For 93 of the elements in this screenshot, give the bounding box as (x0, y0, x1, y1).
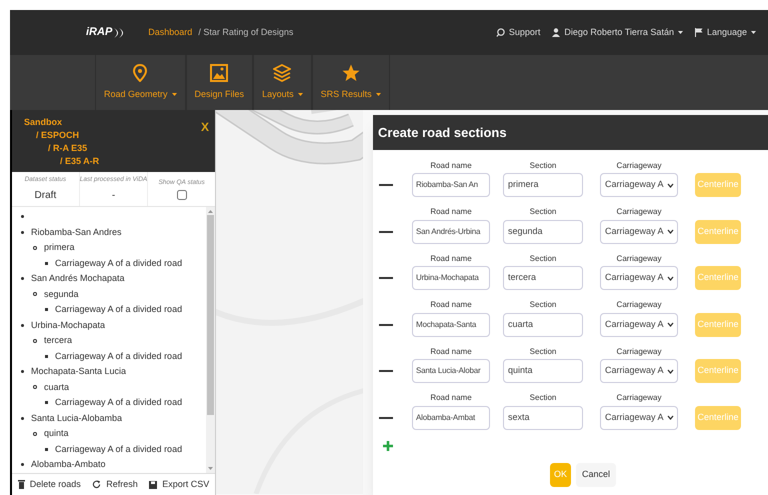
toolbar-button[interactable]: Layouts (253, 55, 312, 110)
tree-item[interactable]: Alobamba-Ambato (31, 457, 106, 472)
flag-icon (694, 28, 703, 37)
path-segment[interactable]: / E35 A-R (24, 155, 100, 168)
tree-leaf[interactable]: Carriageway A of a divided road (55, 302, 182, 318)
bullet-icon (21, 215, 24, 218)
tree-leaf[interactable]: Carriageway A of a divided road (55, 395, 182, 410)
chevron-icon (667, 368, 674, 374)
star-icon (342, 64, 360, 82)
path-segment[interactable]: / R-A E35 (24, 142, 88, 155)
bullet-icon (33, 385, 37, 390)
chevron-icon (667, 322, 674, 327)
scroll-up-icon[interactable] (208, 210, 213, 213)
bullet-icon (21, 277, 24, 280)
column-label: Road name (429, 252, 473, 264)
qa-checkbox[interactable] (176, 190, 187, 200)
scrollbar[interactable] (206, 207, 215, 473)
language-menu[interactable]: Language (694, 26, 756, 40)
bullet-icon (33, 246, 37, 250)
tree-item[interactable]: tercera (44, 333, 72, 348)
column-label: Road name (429, 346, 473, 358)
status-value: - (112, 188, 116, 203)
scroll-down-icon[interactable] (208, 467, 213, 470)
add-icon[interactable] (383, 441, 393, 451)
column-label: Carriageway (616, 346, 662, 358)
tree-leaf[interactable]: Carriageway A of a divided road (55, 256, 182, 271)
chevron-icon (667, 182, 674, 188)
user-menu[interactable]: Diego Roberto Tierra Satán (552, 26, 683, 40)
tree-item[interactable]: Urbina-Mochapata (31, 318, 106, 333)
bullet-icon (21, 324, 24, 327)
caret-icon (678, 31, 683, 34)
column-label: Carriageway (616, 252, 662, 264)
pin-icon (133, 64, 148, 82)
column-label: Road name (429, 392, 473, 404)
tree-item[interactable]: cuarta (44, 380, 70, 395)
column-label: Carriageway (616, 299, 662, 311)
image-icon (210, 64, 228, 82)
tree-item[interactable]: quinta (44, 426, 69, 442)
user-icon (552, 28, 560, 37)
close-button[interactable]: X (200, 118, 209, 136)
column-label: Section (528, 206, 558, 218)
chevron-icon (667, 276, 674, 280)
bullet-icon (33, 292, 37, 296)
tree-item[interactable]: Mochapata-Santa Lucia (31, 364, 126, 380)
trash-icon (18, 480, 25, 489)
support-link[interactable]: Support (496, 26, 540, 40)
column-label: Section (528, 252, 558, 264)
refresh-icon (92, 480, 102, 489)
tree-item[interactable]: San Andrés Mochapata (31, 271, 125, 286)
bullet-icon (45, 308, 48, 312)
tree-leaf[interactable]: Carriageway A of a divided road (55, 442, 182, 457)
caret-icon (751, 31, 756, 34)
column-label: Road name (429, 160, 473, 172)
bullet-icon (45, 401, 48, 404)
logo[interactable]: iRAP (86, 24, 128, 41)
bullet-icon (33, 338, 37, 343)
column-label: Section (528, 346, 558, 358)
tree-leaf[interactable]: Carriageway A of a divided road (55, 348, 182, 364)
cancel-button[interactable]: Cancel (576, 463, 616, 487)
bullet-icon (21, 370, 24, 374)
column-label: Road name (429, 299, 473, 311)
tree-item[interactable]: Santa Lucia-Alobamba (31, 410, 122, 426)
bullet-icon (21, 463, 24, 466)
tree-item[interactable]: primera (44, 240, 75, 256)
column-label: Section (528, 392, 558, 404)
column-label: Carriageway (616, 160, 662, 172)
bullet-icon (33, 432, 37, 436)
path-segment[interactable]: / ESPOCH (24, 129, 80, 142)
footer-button[interactable]: Refresh (92, 478, 138, 492)
breadcrumb-link[interactable]: Dashboard (148, 26, 192, 40)
column-label: Carriageway (616, 392, 662, 404)
save-icon (149, 480, 158, 488)
column-label: Carriageway (616, 206, 662, 218)
column-label: Road name (429, 206, 473, 218)
tree-item[interactable]: Riobamba-San Andres (31, 224, 122, 240)
path-segment[interactable]: Sandbox (24, 116, 62, 129)
toolbar-button[interactable]: Design Files (186, 55, 254, 110)
bullet-icon (21, 230, 24, 234)
breadcrumb-text: / Star Rating of Designs (198, 26, 294, 39)
footer-button[interactable]: Delete roads (18, 478, 81, 492)
status-value: Draft (34, 188, 56, 203)
column-label: Section (528, 160, 558, 172)
chevron-icon (667, 415, 674, 420)
dialog-title: Create road sections (373, 115, 768, 150)
bullet-icon (21, 416, 24, 420)
chevron-icon (667, 229, 674, 234)
footer-button[interactable]: Export CSV (149, 478, 210, 492)
bullet-icon (45, 448, 48, 451)
tree-item[interactable]: segunda (44, 286, 79, 302)
column-label: Section (528, 299, 558, 311)
bullet-icon (45, 354, 48, 358)
layers-icon (273, 64, 292, 82)
bullet-icon (45, 262, 48, 265)
